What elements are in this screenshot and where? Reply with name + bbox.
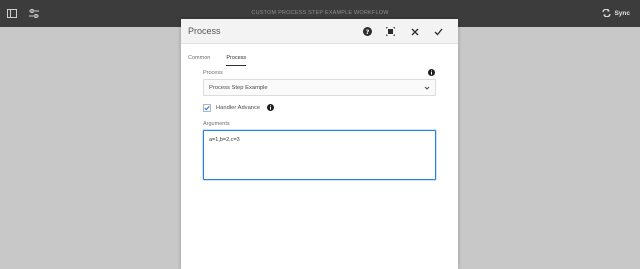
- close-icon[interactable]: [409, 26, 420, 37]
- sync-label: Sync: [614, 10, 630, 17]
- dialog-title: Process: [188, 26, 221, 36]
- dialog-tabs: Common Process: [188, 55, 247, 67]
- handler-advance-label: Handler Advance: [216, 105, 261, 111]
- sync-icon: [602, 8, 612, 19]
- workflow-title: CUSTOM PROCESS STEP EXAMPLE WORKFLOW: [251, 10, 389, 16]
- sync-button[interactable]: Sync: [602, 8, 630, 19]
- dialog-header: Process ?: [181, 19, 458, 44]
- process-select[interactable]: Process Step Example: [203, 79, 436, 96]
- confirm-icon[interactable]: [433, 26, 444, 37]
- process-dialog: Process ? Common Process Process Process…: [181, 19, 458, 269]
- tab-process[interactable]: Process: [226, 55, 247, 66]
- arguments-value: a=1,b=2,c=3: [209, 137, 240, 143]
- help-icon[interactable]: ?: [362, 26, 373, 37]
- svg-text:?: ?: [366, 28, 370, 36]
- process-info-icon[interactable]: [428, 69, 435, 76]
- handler-advance-info-icon[interactable]: [267, 104, 274, 111]
- fullscreen-icon[interactable]: [385, 26, 396, 37]
- process-select-value: Process Step Example: [209, 85, 268, 91]
- arguments-textarea[interactable]: a=1,b=2,c=3: [203, 130, 436, 180]
- arguments-field-label: Arguments: [203, 121, 230, 127]
- tab-common[interactable]: Common: [188, 55, 210, 66]
- handler-advance-checkbox[interactable]: [203, 104, 211, 112]
- process-field-label: Process: [203, 70, 223, 76]
- chevron-down-icon: [424, 85, 430, 91]
